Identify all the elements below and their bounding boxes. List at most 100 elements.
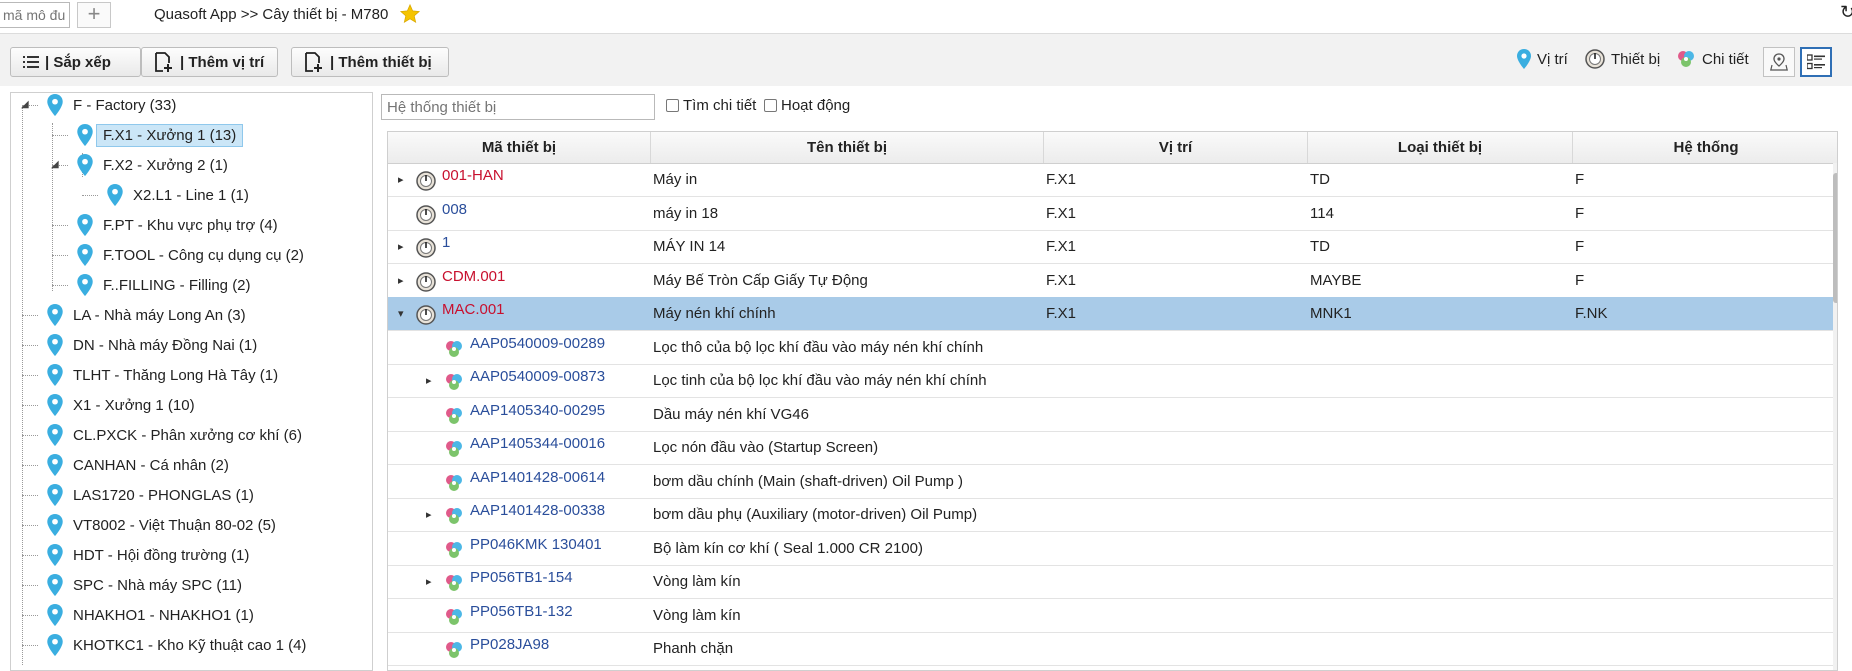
tree-item-label: DN - Nhà máy Đồng Nai (1) [73, 336, 258, 354]
expand-row-icon[interactable]: ▸ [398, 264, 404, 298]
scrollbar-thumb[interactable] [1833, 173, 1837, 303]
location-pin-icon [47, 574, 63, 596]
list-view-button[interactable] [1800, 47, 1832, 77]
cell-code: AAP1401428-00338 [470, 502, 606, 519]
expand-row-icon[interactable]: ▸ [398, 230, 404, 264]
tree-item[interactable]: CL.PXCK - Phân xưởng cơ khí (6) [47, 422, 302, 448]
tree-item[interactable]: VT8002 - Việt Thuận 80-02 (5) [47, 512, 276, 538]
tree-item[interactable]: F.X1 - Xưởng 1 (13) [77, 122, 244, 148]
location-pin-icon [77, 154, 93, 176]
tree-connector-line [22, 555, 38, 556]
location-pin-icon [47, 304, 63, 326]
add-device-button[interactable]: | Thêm thiết bị [291, 47, 449, 77]
location-pin-icon [47, 604, 63, 626]
tree-item[interactable]: DN - Nhà máy Đồng Nai (1) [47, 332, 257, 358]
cell-code: CDM.001 [442, 267, 506, 285]
column-header-code[interactable]: Mã thiết bị [388, 132, 651, 163]
tree-item[interactable]: F..FILLING - Filling (2) [77, 272, 251, 298]
cell-name: Máy Bế Tròn Cấp Giấy Tự Động [653, 271, 868, 289]
tree-connector-line [52, 123, 53, 291]
cell-name: Máy in [653, 171, 698, 188]
active-checkbox[interactable]: Hoạt động [764, 97, 850, 114]
gauge-icon [416, 171, 436, 191]
tree-item-label: X2.L1 - Line 1 (1) [133, 186, 249, 204]
tree-item-label: F.X2 - Xưởng 2 (1) [103, 156, 228, 174]
cell-type: TD [1310, 238, 1330, 255]
tree-item[interactable]: NHAKHO1 - NHAKHO1 (1) [47, 602, 254, 628]
tree-expander-icon[interactable]: ◢ [51, 159, 59, 170]
collapse-row-icon[interactable]: ▾ [398, 297, 404, 331]
tree-item[interactable]: X2.L1 - Line 1 (1) [107, 182, 249, 208]
grid-vertical-scrollbar[interactable] [1833, 163, 1837, 670]
tree-connector-line [22, 105, 23, 665]
tree-item-label: HDT - Hội đồng trường (1) [73, 546, 250, 564]
favorite-star-icon[interactable] [399, 3, 421, 25]
expand-row-icon[interactable]: ▸ [398, 163, 404, 197]
map-pin-icon [1770, 53, 1788, 71]
table-row[interactable]: ▸ 1 MÁY IN 14 F.X1 TD F [388, 230, 1833, 264]
cell-location: F.X1 [1046, 305, 1077, 322]
map-view-button[interactable] [1763, 47, 1795, 77]
column-header-name[interactable]: Tên thiết bị [651, 132, 1044, 163]
legend-detail: Chi tiết [1676, 49, 1749, 69]
cell-system: F.NK [1575, 305, 1608, 322]
tree-item[interactable]: SPC - Nhà máy SPC (11) [47, 572, 242, 598]
tree-expander-icon[interactable]: ◢ [21, 99, 29, 110]
expand-row-icon[interactable]: ▸ [426, 565, 432, 599]
device-system-filter-input[interactable] [381, 94, 655, 120]
tree-item[interactable]: HDT - Hội đồng trường (1) [47, 542, 249, 568]
expand-row-icon[interactable]: ▸ [426, 364, 432, 398]
table-row[interactable]: 008 máy in 18 F.X1 114 F [388, 197, 1833, 231]
detail-search-checkbox[interactable]: Tìm chi tiết [666, 97, 756, 114]
location-pin-icon [47, 424, 63, 446]
module-search-input[interactable] [0, 2, 70, 28]
cell-type: MAYBE [1310, 271, 1362, 289]
location-pin-icon [77, 274, 93, 296]
column-header-system[interactable]: Hệ thống [1573, 132, 1837, 163]
cell-system: F [1575, 171, 1585, 188]
tree-item[interactable]: X1 - Xưởng 1 (10) [47, 392, 195, 418]
components-icon [446, 474, 462, 491]
refresh-icon[interactable]: ↻ [1840, 2, 1852, 23]
components-icon [446, 374, 462, 390]
table-row[interactable]: ▸ 001-HAN Máy in F.X1 TD F [388, 163, 1833, 197]
tree-item[interactable]: ◢ F.X2 - Xưởng 2 (1) [51, 152, 228, 178]
add-location-button[interactable]: | Thêm vị trí [141, 47, 278, 77]
table-row[interactable]: ▸ AAP1401428-00338 bơm dầu phụ (Auxiliary … [388, 498, 1833, 532]
tree-item[interactable]: LAS1720 - PHONGLAS (1) [47, 482, 254, 508]
gauge-icon [416, 271, 436, 292]
location-pin-icon [47, 364, 63, 386]
components-icon [446, 508, 462, 524]
cell-code: 1 [442, 234, 451, 251]
table-row[interactable]: ▸ CDM.001 Máy Bế Tròn Cấp Giấy Tự Động F.X1… [388, 264, 1833, 298]
tree-item-label: F.PT - Khu vực phụ trợ (4) [103, 216, 278, 234]
sort-button[interactable]: | Sắp xếp [10, 47, 141, 77]
checkbox-box[interactable] [666, 99, 679, 112]
tree-item-label: F..FILLING - Filling (2) [103, 276, 251, 294]
table-row[interactable]: PP046KMK 130401 Bộ làm kín cơ khí ( Seal … [388, 532, 1833, 566]
add-document-icon [155, 52, 172, 72]
cell-system: F [1575, 238, 1585, 255]
tree-item[interactable]: KHOTKC1 - Kho Kỹ thuật cao 1 (4) [47, 632, 306, 658]
tree-item[interactable]: ◢ F - Factory (33) [21, 93, 176, 118]
checkbox-box[interactable] [764, 99, 777, 112]
tree-item[interactable]: F.TOOL - Công cụ dụng cụ (2) [77, 242, 304, 268]
column-header-type[interactable]: Loại thiết bị [1308, 132, 1573, 163]
column-header-location[interactable]: Vị trí [1044, 132, 1308, 163]
table-row[interactable]: PP056TB1-132 Vòng làm kín [388, 599, 1833, 633]
cell-code: AAP1401428-00614 [470, 468, 606, 486]
cell-name: máy in 18 [653, 204, 719, 222]
toolbar: | Sắp xếp | Thêm vị trí | Thêm thiết bị … [0, 34, 1852, 86]
tree-item[interactable]: TLHT - Thăng Long Hà Tây (1) [47, 362, 278, 388]
add-tab-button[interactable]: + [77, 2, 111, 28]
tree-item[interactable]: F.PT - Khu vực phụ trợ (4) [77, 212, 278, 238]
gauge-icon [416, 305, 436, 325]
expand-row-icon[interactable]: ▸ [426, 498, 432, 532]
add-document-icon [305, 52, 322, 72]
cell-name: MÁY IN 14 [653, 238, 726, 255]
table-row[interactable]: ▸ PP056TB1-154 Vòng làm kín [388, 565, 1833, 599]
tree-item[interactable]: CANHAN - Cá nhân (2) [47, 452, 229, 478]
table-row[interactable]: PP028JA98 Phanh chặn [388, 632, 1833, 666]
cell-code: AAP1405344-00016 [470, 435, 606, 452]
tree-item[interactable]: LA - Nhà máy Long An (3) [47, 302, 246, 328]
